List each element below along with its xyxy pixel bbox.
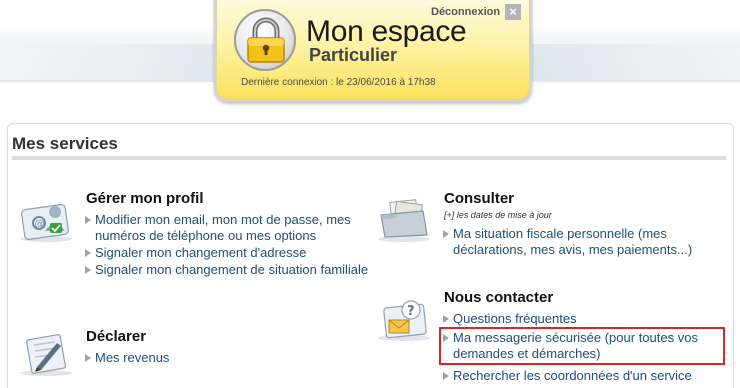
services-panel: Mes services @ Gérer mon profil Modifier… [7, 123, 734, 388]
envelope-question-icon: ? [375, 296, 433, 342]
consulter-links: Ma situation fiscale personnelle (mes dé… [442, 226, 722, 259]
link-modifier-email[interactable]: Modifier mon email, mon mot de passe, me… [84, 212, 374, 244]
link-questions-frequentes[interactable]: Questions fréquentes [442, 311, 722, 327]
gerer-profil-title: Gérer mon profil [86, 190, 204, 207]
link-situation-fiscale[interactable]: Ma situation fiscale personnelle (mes dé… [442, 226, 722, 258]
link-changement-adresse[interactable]: Signaler mon changement d'adresse [84, 245, 374, 261]
gerer-profil-links: Modifier mon email, mon mot de passe, me… [84, 212, 374, 279]
padlock-icon [234, 9, 296, 71]
profile-card-icon: @ [17, 197, 75, 243]
services-heading: Mes services [12, 134, 118, 153]
link-messagerie-securisee[interactable]: Ma messagerie sécurisée (pour toutes vos… [439, 327, 725, 365]
link-changement-situation[interactable]: Signaler mon changement de situation fam… [84, 262, 374, 278]
svg-text:?: ? [407, 304, 415, 319]
link-coordonnees-service[interactable]: Rechercher les coordonnées d'un service [442, 368, 722, 384]
logout-close-icon[interactable]: × [505, 4, 521, 20]
mon-espace-card: Mon espace Particulier Déconnexion × Der… [214, 0, 532, 102]
logout-link[interactable]: Déconnexion [431, 6, 500, 18]
dates-maj-link[interactable]: [+] les dates de mise à jour [444, 210, 552, 220]
declaration-pen-icon [17, 331, 75, 377]
services-divider [12, 156, 726, 160]
consulter-title: Consulter [444, 190, 515, 207]
contact-title: Nous contacter [444, 289, 554, 306]
espace-subtitle: Particulier [309, 45, 398, 65]
declarer-title: Déclarer [86, 328, 147, 345]
svg-text:@: @ [35, 219, 45, 230]
espace-title: Mon espace [306, 15, 467, 48]
declarer-links: Mes revenus [84, 350, 374, 367]
folder-documents-icon [375, 197, 433, 243]
link-mes-revenus[interactable]: Mes revenus [84, 350, 374, 366]
last-login-text: Dernière connexion : le 23/06/2016 à 17h… [241, 77, 436, 88]
contact-links: Questions fréquentes Ma messagerie sécur… [439, 311, 725, 385]
